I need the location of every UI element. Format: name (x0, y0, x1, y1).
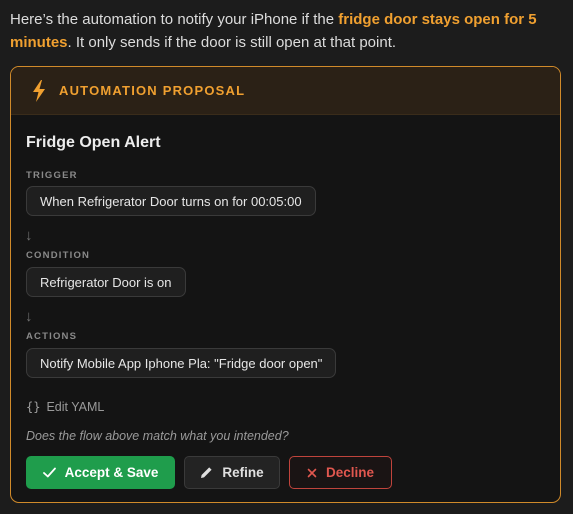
intro-message: Here’s the automation to notify your iPh… (10, 8, 560, 54)
card-header: AUTOMATION PROPOSAL (11, 67, 560, 115)
actions-label: ACTIONS (26, 331, 78, 342)
condition-pill: Refrigerator Door is on (26, 267, 186, 297)
braces-icon: {} (26, 400, 41, 414)
action-pill: Notify Mobile App Iphone Pla: "Fridge do… (26, 348, 337, 378)
checkmark-icon (42, 467, 56, 478)
refine-label: Refine (222, 465, 264, 480)
lightning-bolt-icon (32, 79, 46, 102)
condition-label: CONDITION (26, 250, 91, 261)
refine-button[interactable]: Refine (184, 456, 280, 489)
decline-button[interactable]: Decline (289, 456, 392, 489)
pencil-icon (200, 466, 213, 479)
trigger-label: TRIGGER (26, 170, 78, 181)
edit-yaml-link[interactable]: {} Edit YAML (26, 400, 104, 414)
automation-title: Fridge Open Alert (26, 134, 161, 151)
flow-arrow-icon: ↓ (25, 227, 33, 244)
intro-text-part2: . It only sends if the door is still ope… (67, 34, 397, 51)
decline-label: Decline (325, 465, 375, 480)
intro-text-part1: Here’s the automation to notify your iPh… (10, 11, 339, 28)
confirmation-question: Does the flow above match what you inten… (26, 429, 289, 443)
edit-yaml-label: Edit YAML (46, 400, 105, 414)
flow-arrow-icon: ↓ (25, 308, 33, 325)
accept-save-button[interactable]: Accept & Save (26, 456, 175, 489)
accept-save-label: Accept & Save (64, 465, 159, 480)
card-header-label: AUTOMATION PROPOSAL (59, 83, 246, 98)
x-icon (307, 468, 317, 478)
trigger-pill: When Refrigerator Door turns on for 00:0… (26, 186, 316, 216)
automation-proposal-card: AUTOMATION PROPOSAL Fridge Open Alert TR… (10, 66, 561, 503)
